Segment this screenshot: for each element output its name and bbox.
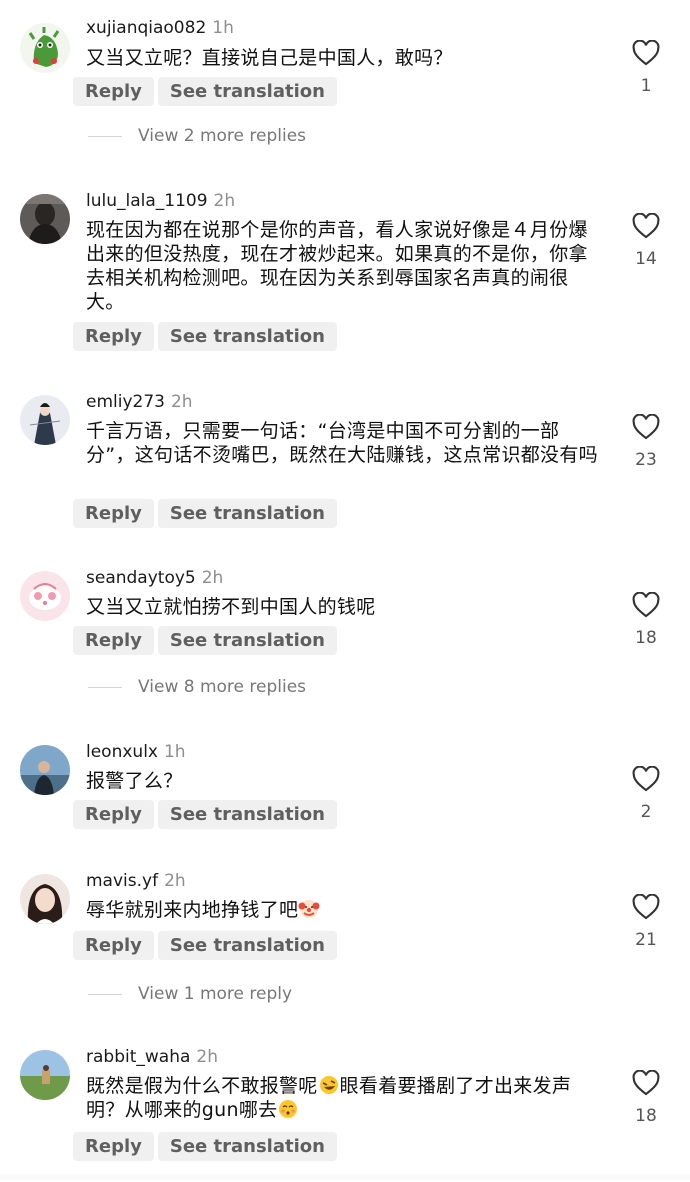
comment-text: 又当又立呢？直接说自己是中国人，敢吗？: [86, 47, 453, 69]
username[interactable]: emliy273: [86, 392, 165, 412]
like-count: 18: [635, 628, 657, 648]
comment-header: emliy273 2h: [86, 392, 193, 412]
like-count: 2: [640, 802, 652, 822]
see-translation-button[interactable]: See translation: [157, 322, 337, 351]
reply-button[interactable]: Reply: [73, 1132, 154, 1161]
username[interactable]: seandaytoy5: [86, 568, 196, 588]
like-button[interactable]: 2: [626, 766, 666, 822]
comment-header: leonxulx 1h: [86, 742, 186, 762]
comment-text: 又当又立就怕捞不到中国人的钱呢: [86, 596, 376, 618]
heart-icon: [632, 40, 660, 66]
like-button[interactable]: 1: [626, 40, 666, 96]
username[interactable]: lulu_lala_1109: [86, 191, 208, 211]
comment-header: lulu_lala_1109 2h: [86, 191, 235, 211]
username[interactable]: xujianqiao082: [86, 18, 206, 38]
comment-header: xujianqiao082 1h: [86, 18, 234, 38]
see-translation-button[interactable]: See translation: [157, 931, 337, 960]
reply-button[interactable]: Reply: [73, 499, 154, 528]
heart-icon: [632, 766, 660, 792]
comment-text: 既然是假为什么不敢报警呢 眼看着要播剧了才出来发声明？从哪来的gun哪去: [86, 1074, 606, 1122]
like-count: 1: [640, 76, 652, 96]
comment-text-part1: 既然是假为什么不敢报警呢: [86, 1075, 318, 1097]
avatar[interactable]: [20, 745, 70, 795]
view-more-replies[interactable]: View 2 more replies: [88, 126, 306, 146]
reply-button[interactable]: Reply: [73, 626, 154, 655]
scroll-track: [0, 1174, 690, 1180]
username[interactable]: rabbit_waha: [86, 1047, 190, 1067]
divider: [88, 135, 122, 137]
comment-text: 千言万语，只需要一句话：“台湾是中国不可分割的一部分”，这句话不烫嘴巴，既然在大…: [86, 420, 598, 466]
like-button[interactable]: 18: [626, 592, 666, 648]
like-button[interactable]: 21: [626, 894, 666, 950]
comment-text: 现在因为都在说那个是你的声音，看人家说好像是４月份爆出来的但没热度，现在才被炒起…: [86, 219, 588, 313]
timestamp: 2h: [201, 568, 224, 588]
avatar[interactable]: [20, 571, 70, 621]
view-more-replies-label: View 1 more reply: [138, 984, 293, 1004]
heart-icon: [632, 1070, 660, 1096]
heart-icon: [632, 213, 660, 239]
like-count: 18: [635, 1106, 657, 1126]
reply-button[interactable]: Reply: [73, 77, 154, 106]
see-translation-button[interactable]: See translation: [157, 77, 337, 106]
rolling-laughing-emoji-icon: [319, 1076, 338, 1094]
timestamp: 1h: [163, 742, 186, 762]
comment-text: 辱华就别来内地挣钱了吧: [86, 898, 616, 922]
heart-icon: [632, 592, 660, 618]
like-count: 23: [635, 450, 657, 470]
heart-icon: [632, 414, 660, 440]
like-button[interactable]: 14: [626, 213, 666, 269]
avatar[interactable]: [20, 395, 70, 445]
comment-header: seandaytoy5 2h: [86, 568, 223, 588]
timestamp: 2h: [170, 392, 193, 412]
comment-header: rabbit_waha 2h: [86, 1047, 218, 1067]
reply-button[interactable]: Reply: [73, 800, 154, 829]
view-more-replies[interactable]: View 1 more reply: [88, 984, 292, 1004]
see-translation-button[interactable]: See translation: [157, 1132, 337, 1161]
view-more-replies-label: View 8 more replies: [138, 677, 307, 697]
divider: [88, 993, 122, 995]
like-count: 21: [635, 930, 657, 950]
like-button[interactable]: 23: [626, 414, 666, 470]
username[interactable]: mavis.yf: [86, 871, 158, 891]
avatar[interactable]: [20, 23, 70, 73]
avatar[interactable]: [20, 874, 70, 924]
username[interactable]: leonxulx: [86, 742, 158, 762]
see-translation-button[interactable]: See translation: [157, 626, 337, 655]
avatar[interactable]: [20, 194, 70, 244]
view-more-replies[interactable]: View 8 more replies: [88, 677, 306, 697]
reply-button[interactable]: Reply: [73, 931, 154, 960]
comment-text: 报警了么？: [86, 770, 183, 792]
like-button[interactable]: 18: [626, 1070, 666, 1126]
heart-icon: [632, 894, 660, 920]
timestamp: 1h: [212, 18, 234, 38]
clown-face-emoji-icon: [298, 900, 320, 918]
reply-button[interactable]: Reply: [73, 322, 154, 351]
kissing-face-emoji-icon: [279, 1100, 298, 1118]
timestamp: 2h: [213, 191, 236, 211]
comment-header: mavis.yf 2h: [86, 871, 186, 891]
see-translation-button[interactable]: See translation: [157, 800, 337, 829]
comment-text-body: 辱华就别来内地挣钱了吧: [86, 899, 299, 921]
timestamp: 2h: [196, 1047, 218, 1067]
timestamp: 2h: [164, 871, 186, 891]
view-more-replies-label: View 2 more replies: [138, 126, 307, 146]
like-count: 14: [635, 249, 657, 269]
divider: [88, 686, 122, 688]
see-translation-button[interactable]: See translation: [157, 499, 337, 528]
avatar[interactable]: [20, 1050, 70, 1100]
